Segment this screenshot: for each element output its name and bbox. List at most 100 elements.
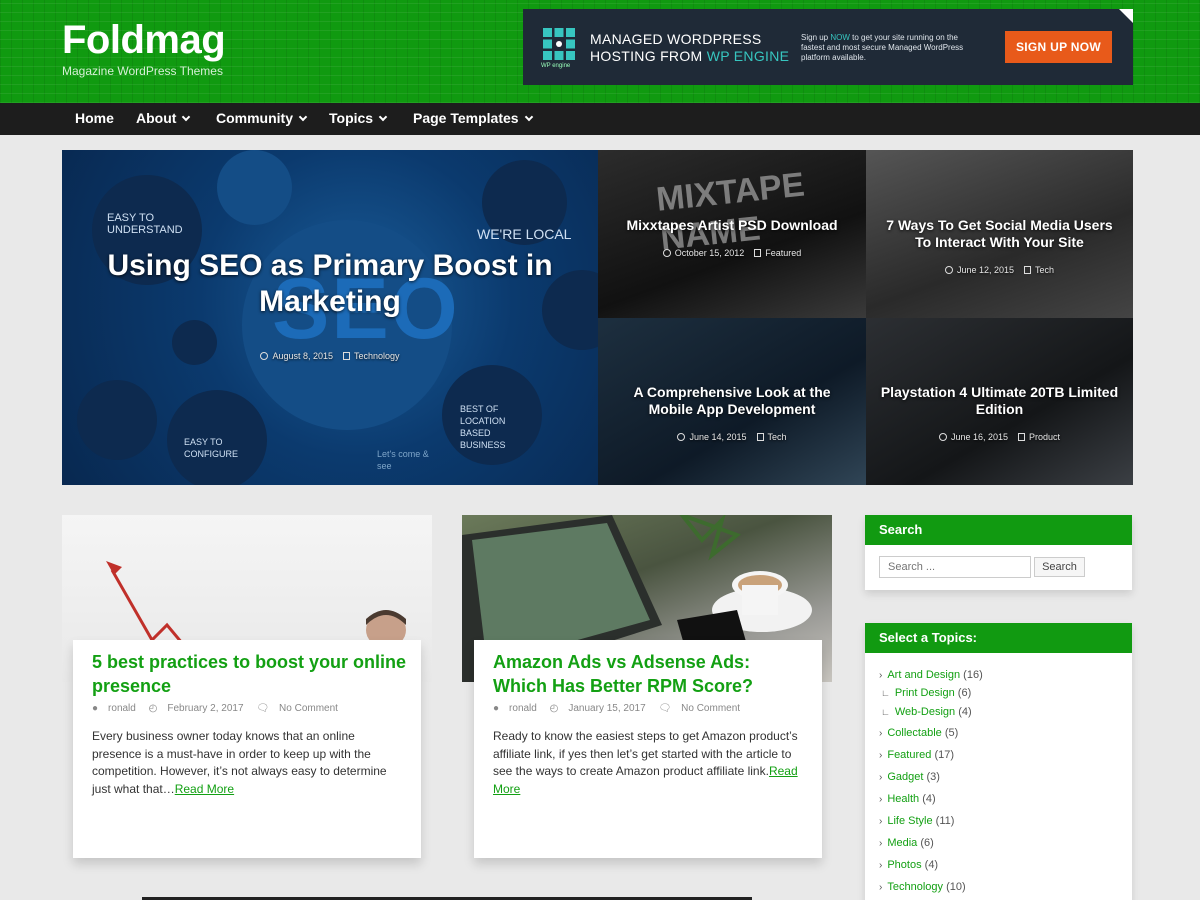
topic-item[interactable]: › Life Style (11) [879, 815, 954, 827]
tile-meta: October 15, 2012 Featured [598, 248, 866, 258]
chevron-right-icon: › [879, 882, 883, 893]
tile-meta: June 16, 2015 Product [866, 432, 1133, 442]
featured-post-tile[interactable]: Playstation 4 Ultimate 20TB Limited Edit… [866, 318, 1133, 485]
post-category[interactable]: Tech [1035, 265, 1054, 275]
post-card: 5 best practices to boost your online pr… [73, 640, 421, 858]
topic-label[interactable]: Health [887, 793, 919, 805]
topic-label[interactable]: Featured [887, 749, 931, 761]
nav-item-about[interactable]: About [136, 103, 191, 135]
post-category[interactable]: Featured [765, 248, 801, 258]
topic-label[interactable]: Photos [887, 859, 921, 871]
topic-count: (4) [924, 859, 939, 871]
topic-count: (4) [922, 793, 936, 805]
nav-item-home[interactable]: Home [75, 103, 114, 135]
post-title[interactable]: Amazon Ads vs Adsense Ads: Which Has Bet… [493, 650, 808, 698]
post-category[interactable]: Tech [768, 432, 787, 442]
category-icon [756, 433, 764, 441]
clock-icon: ◴ [549, 703, 559, 714]
ad-headline-highlight: WP ENGINE [706, 48, 790, 64]
post-excerpt: Ready to know the easiest steps to get A… [493, 728, 808, 798]
featured-post-tile[interactable]: A Comprehensive Look at the Mobile App D… [598, 318, 866, 485]
ad-body-highlight: NOW [830, 33, 850, 42]
featured-main-title[interactable]: Using SEO as Primary Boost in Marketing [62, 248, 598, 320]
widget-title: Search [865, 515, 1132, 545]
chevron-right-icon: › [879, 772, 883, 783]
category-icon [754, 249, 762, 257]
topic-count: (5) [944, 727, 959, 739]
topic-item[interactable]: › Health (4) [879, 793, 936, 805]
author-icon: ● [493, 703, 500, 714]
topic-item[interactable]: › Photos (4) [879, 859, 938, 871]
post-author[interactable]: ronald [108, 703, 136, 714]
ad-headline: MANAGED WORDPRESS HOSTING FROM WP ENGINE [590, 31, 790, 65]
topic-item[interactable]: › Media (6) [879, 837, 934, 849]
post-excerpt-text: Ready to know the easiest steps to get A… [493, 729, 798, 779]
ad-headline-line2: HOSTING FROM [590, 48, 707, 64]
subitem-corner-icon: ∟ [881, 688, 890, 698]
site-title[interactable]: Foldmag [62, 18, 226, 63]
ad-logo-text: WP engine [541, 63, 571, 69]
post-comments[interactable]: No Comment [681, 703, 740, 714]
tile-title[interactable]: Playstation 4 Ultimate 20TB Limited Edit… [866, 384, 1133, 418]
tile-title[interactable]: Mixxtapes Artist PSD Download [598, 217, 866, 234]
graphic-text-easy-understand: EASY TO UNDERSTAND [107, 212, 183, 236]
ad-signup-button[interactable]: SIGN UP NOW [1005, 31, 1112, 63]
topic-label[interactable]: Technology [887, 881, 943, 893]
topic-item[interactable]: › Technology (10) [879, 881, 966, 893]
nav-label: Topics [329, 110, 374, 126]
featured-main-post[interactable]: SEO EASY TO UNDERSTAND WE'RE LOCAL BEST … [62, 150, 598, 485]
post-author[interactable]: ronald [509, 703, 537, 714]
post-comments[interactable]: No Comment [279, 703, 338, 714]
graphic-text-easy-configure: EASY TO CONFIGURE [184, 437, 238, 459]
featured-post-tile[interactable]: MIXTAPE NAME Mixxtapes Artist PSD Downlo… [598, 150, 866, 318]
site-tagline: Magazine WordPress Themes [62, 64, 223, 78]
tile-title[interactable]: 7 Ways To Get Social Media Users To Inte… [866, 217, 1133, 251]
topic-item[interactable]: › Gadget (3) [879, 771, 940, 783]
topic-item[interactable]: › Art and Design (16) [879, 669, 983, 681]
post-date: January 15, 2017 [568, 703, 646, 714]
post-title[interactable]: 5 best practices to boost your online pr… [92, 650, 407, 698]
post-date: August 8, 2015 [272, 351, 333, 361]
topic-label[interactable]: Web-Design [895, 706, 955, 718]
featured-grid: SEO EASY TO UNDERSTAND WE'RE LOCAL BEST … [62, 150, 1133, 485]
nav-item-community[interactable]: Community [216, 103, 308, 135]
topic-item[interactable]: › Featured (17) [879, 749, 954, 761]
nav-item-topics[interactable]: Topics [329, 103, 388, 135]
topic-item[interactable]: ∟ Print Design (6) [881, 687, 971, 699]
read-more-link[interactable]: Read More [175, 782, 234, 796]
site-header: Foldmag Magazine WordPress Themes WP eng… [0, 0, 1200, 103]
wpengine-ad-banner[interactable]: WP engine MANAGED WORDPRESS HOSTING FROM… [523, 9, 1133, 85]
topic-label[interactable]: Gadget [887, 771, 923, 783]
post-category[interactable]: Product [1029, 432, 1060, 442]
clock-icon [938, 433, 947, 441]
search-button[interactable]: Search [1034, 557, 1085, 577]
chevron-right-icon: › [879, 670, 883, 681]
topic-count: (17) [934, 749, 954, 761]
topic-label[interactable]: Life Style [887, 815, 932, 827]
post-category[interactable]: Technology [354, 351, 400, 361]
topic-item[interactable]: ∟ Web-Design (4) [881, 706, 972, 718]
featured-main-meta: August 8, 2015 Technology [62, 351, 598, 361]
topic-label[interactable]: Media [887, 837, 917, 849]
chevron-right-icon: › [879, 728, 883, 739]
nav-item-page-templates[interactable]: Page Templates [413, 103, 533, 135]
topic-count: (6) [920, 837, 934, 849]
clock-icon: ◴ [148, 703, 158, 714]
topic-label[interactable]: Print Design [895, 687, 955, 699]
nav-label: Community [216, 110, 293, 126]
ad-choices-corner[interactable] [1119, 9, 1133, 23]
post-card: Amazon Ads vs Adsense Ads: Which Has Bet… [474, 640, 822, 858]
topic-item[interactable]: › Collectable (5) [879, 727, 958, 739]
topic-label[interactable]: Collectable [887, 727, 941, 739]
tile-title[interactable]: A Comprehensive Look at the Mobile App D… [598, 384, 866, 418]
topic-label[interactable]: Art and Design [887, 669, 960, 681]
ad-headline-line1: MANAGED WORDPRESS [590, 31, 762, 47]
featured-post-tile[interactable]: 7 Ways To Get Social Media Users To Inte… [866, 150, 1133, 318]
chevron-right-icon: › [879, 750, 883, 761]
nav-label: Home [75, 110, 114, 126]
post-date: October 15, 2012 [674, 248, 745, 258]
search-input[interactable] [879, 556, 1031, 578]
comment-icon: 🗨 [658, 703, 672, 714]
nav-label: About [136, 110, 177, 126]
chevron-down-icon [524, 112, 533, 122]
